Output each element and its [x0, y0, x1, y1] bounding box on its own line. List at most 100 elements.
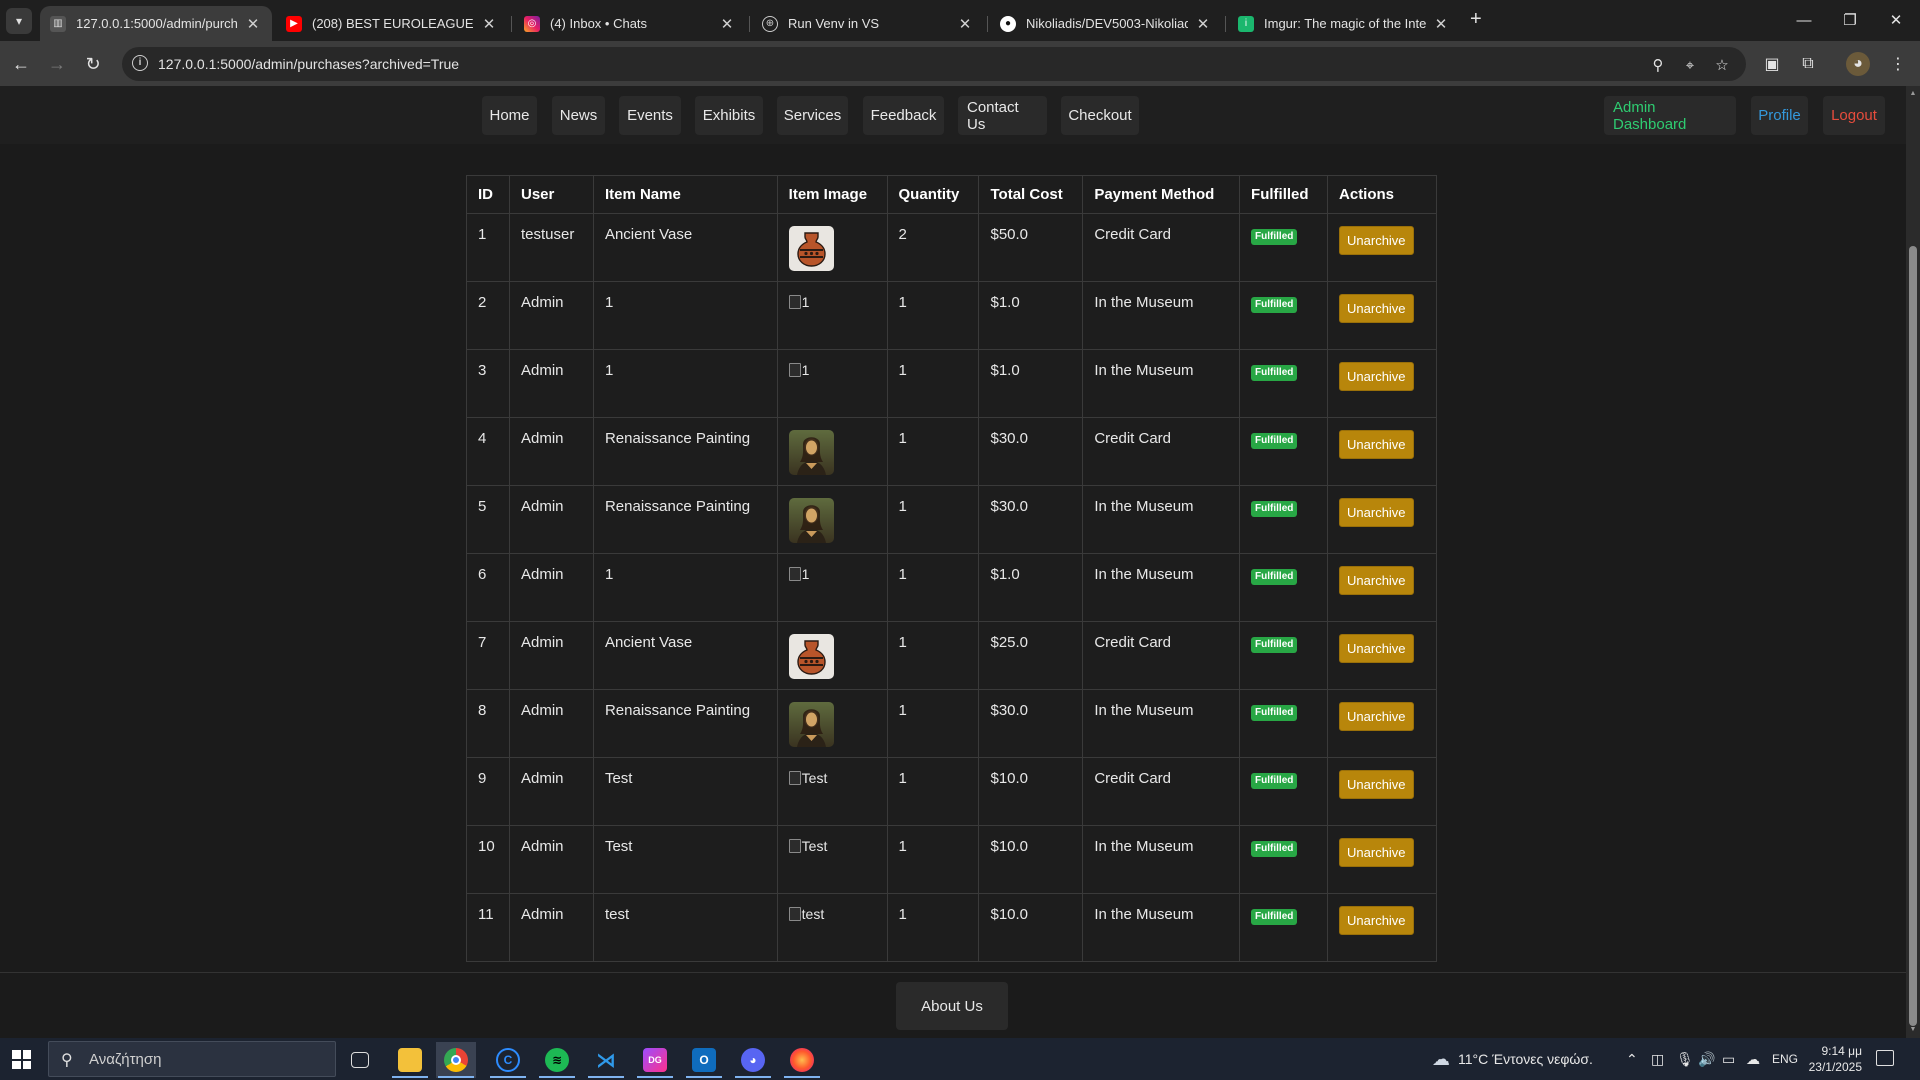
- tab-run-venv[interactable]: ⊕ Run Venv in VS ✕: [752, 6, 984, 41]
- site-info-icon[interactable]: i: [132, 55, 148, 71]
- close-tab-icon[interactable]: ✕: [244, 15, 262, 33]
- nav-exhibits[interactable]: Exhibits: [695, 96, 763, 135]
- scroll-down-arrow-icon[interactable]: ▼: [1909, 1026, 1917, 1034]
- nav-admin-dashboard[interactable]: Admin Dashboard: [1604, 96, 1736, 135]
- image-alt-text: 1: [801, 566, 810, 582]
- profile-avatar-icon[interactable]: ◕: [1846, 52, 1870, 76]
- unarchive-button[interactable]: Unarchive: [1339, 294, 1414, 323]
- meet-now-icon[interactable]: ◫: [1651, 1038, 1664, 1080]
- scrollbar-thumb[interactable]: [1909, 246, 1917, 1026]
- bookmark-star-icon[interactable]: ☆: [1712, 55, 1732, 75]
- unarchive-button[interactable]: Unarchive: [1339, 226, 1414, 255]
- tab-admin-purchases[interactable]: ▥ 127.0.0.1:5000/admin/purchase ✕: [40, 6, 272, 41]
- nav-events[interactable]: Events: [619, 96, 681, 135]
- restore-icon[interactable]: ❐: [1828, 6, 1872, 34]
- cell-fulfilled: Fulfilled: [1239, 621, 1329, 690]
- table-row: 1 testuser Ancient Vase 2 $50.0 Credit Card Fu…: [466, 213, 1437, 282]
- unarchive-button[interactable]: Unarchive: [1339, 566, 1414, 595]
- nav-checkout[interactable]: Checkout: [1061, 96, 1139, 135]
- vscode-icon[interactable]: ⋊: [586, 1042, 626, 1078]
- broken-image-icon: test: [788, 906, 824, 922]
- firefox-icon[interactable]: [782, 1042, 822, 1078]
- microphone-icon[interactable]: 🎙: [1676, 1038, 1694, 1080]
- reload-icon[interactable]: ↻: [80, 51, 106, 77]
- cell-user: Admin: [508, 825, 594, 894]
- language-indicator[interactable]: ENG: [1772, 1038, 1798, 1080]
- close-window-icon[interactable]: ✕: [1874, 6, 1918, 34]
- nav-services[interactable]: Services: [777, 96, 848, 135]
- nav-contact-us[interactable]: Contact Us: [958, 96, 1047, 135]
- cell-id: 2: [466, 281, 510, 350]
- extension-translate-icon[interactable]: ▣: [1760, 52, 1784, 76]
- tab-separator: [511, 16, 512, 32]
- extensions-puzzle-icon[interactable]: ⧉: [1796, 52, 1820, 76]
- chrome-icon[interactable]: [436, 1042, 476, 1078]
- windows-start-icon[interactable]: [12, 1050, 31, 1069]
- network-icon[interactable]: ▭: [1722, 1038, 1735, 1080]
- unarchive-button[interactable]: Unarchive: [1339, 702, 1414, 731]
- taskbar-clock[interactable]: 9:14 μμ 23/1/2025: [1808, 1043, 1862, 1075]
- cell-payment-method: In the Museum: [1082, 689, 1241, 758]
- weather-widget[interactable]: ☁ 11°C Έντονες νεφώσ.: [1432, 1038, 1593, 1080]
- nav-logout[interactable]: Logout: [1823, 96, 1885, 135]
- unarchive-button[interactable]: Unarchive: [1339, 430, 1414, 459]
- cell-payment-method: In the Museum: [1082, 825, 1241, 894]
- about-us-button[interactable]: About Us: [896, 982, 1008, 1030]
- address-bar[interactable]: i 127.0.0.1:5000/admin/purchases?archive…: [122, 47, 1746, 81]
- taskbar-search-box[interactable]: ⚲ Αναζήτηση: [48, 1041, 336, 1077]
- minimize-icon[interactable]: —: [1782, 6, 1826, 34]
- tab-imgur[interactable]: i Imgur: The magic of the Interne ✕: [1228, 6, 1460, 41]
- fulfilled-badge: Fulfilled: [1251, 229, 1298, 245]
- unarchive-button[interactable]: Unarchive: [1339, 634, 1414, 663]
- notifications-icon[interactable]: [1876, 1050, 1894, 1066]
- close-tab-icon[interactable]: ✕: [1194, 15, 1212, 33]
- cell-item-name: Test: [592, 825, 778, 894]
- cell-item-name: Ancient Vase: [592, 213, 778, 282]
- browser-menu-icon[interactable]: ⋮: [1886, 52, 1910, 76]
- location-pin-icon[interactable]: ⌖: [1680, 55, 1700, 75]
- back-arrow-icon[interactable]: ←: [8, 51, 34, 77]
- unarchive-button[interactable]: Unarchive: [1339, 362, 1414, 391]
- cell-item-name: Renaissance Painting: [592, 417, 778, 486]
- tab-github[interactable]: ● Nikoliadis/DEV5003-Nikoliadis ✕: [990, 6, 1222, 41]
- onedrive-cloud-icon[interactable]: ☁: [1746, 1038, 1760, 1080]
- cell-id: 11: [466, 893, 510, 962]
- cell-user: Admin: [508, 621, 594, 690]
- cell-item-name: 1: [592, 553, 778, 622]
- zoom-icon[interactable]: ⚲: [1648, 55, 1668, 75]
- close-tab-icon[interactable]: ✕: [1432, 15, 1450, 33]
- spotify-icon[interactable]: ≋: [537, 1042, 577, 1078]
- cell-fulfilled: Fulfilled: [1239, 485, 1329, 554]
- cell-user: Admin: [508, 349, 594, 418]
- file-explorer-icon[interactable]: [390, 1042, 430, 1078]
- datagrip-icon[interactable]: DG: [635, 1042, 675, 1078]
- close-tab-icon[interactable]: ✕: [956, 15, 974, 33]
- forward-arrow-icon[interactable]: →: [44, 51, 70, 77]
- cursor-app-icon[interactable]: C: [488, 1042, 528, 1078]
- page-scrollbar[interactable]: ▲ ▼: [1906, 86, 1920, 1038]
- tab-youtube[interactable]: ▶ (208) BEST EUROLEAGUE PUNC ✕: [276, 6, 508, 41]
- task-view-icon[interactable]: [340, 1042, 380, 1078]
- nav-news[interactable]: News: [552, 96, 605, 135]
- speaker-icon[interactable]: 🔊: [1698, 1038, 1715, 1080]
- show-hidden-icons-chevron-icon[interactable]: ⌃: [1626, 1038, 1638, 1080]
- nav-home[interactable]: Home: [482, 96, 537, 135]
- clock-date: 23/1/2025: [1808, 1060, 1862, 1074]
- nav-feedback[interactable]: Feedback: [863, 96, 944, 135]
- new-tab-plus-icon[interactable]: +: [1470, 8, 1482, 31]
- fulfilled-badge: Fulfilled: [1251, 841, 1298, 857]
- url-text[interactable]: 127.0.0.1:5000/admin/purchases?archived=…: [158, 56, 459, 72]
- discord-icon[interactable]: ◕: [733, 1042, 773, 1078]
- tab-instagram[interactable]: ◎ (4) Inbox • Chats ✕: [514, 6, 746, 41]
- cell-actions: Unarchive: [1327, 485, 1437, 554]
- unarchive-button[interactable]: Unarchive: [1339, 770, 1414, 799]
- outlook-icon[interactable]: O: [684, 1042, 724, 1078]
- unarchive-button[interactable]: Unarchive: [1339, 498, 1414, 527]
- tab-search-chevron-icon[interactable]: ▾: [6, 8, 32, 34]
- nav-profile[interactable]: Profile: [1751, 96, 1808, 135]
- scroll-up-arrow-icon[interactable]: ▲: [1909, 90, 1917, 98]
- unarchive-button[interactable]: Unarchive: [1339, 906, 1414, 935]
- close-tab-icon[interactable]: ✕: [480, 15, 498, 33]
- unarchive-button[interactable]: Unarchive: [1339, 838, 1414, 867]
- close-tab-icon[interactable]: ✕: [718, 15, 736, 33]
